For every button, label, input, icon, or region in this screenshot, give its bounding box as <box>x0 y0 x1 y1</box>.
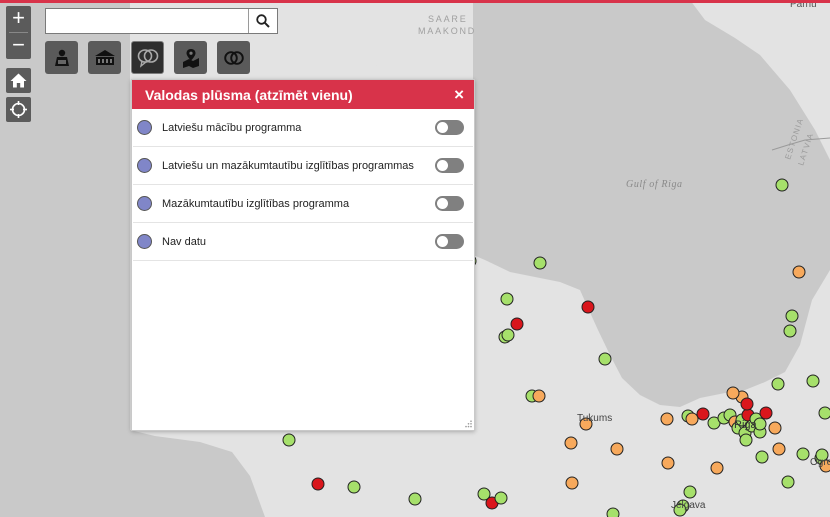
school-marker[interactable] <box>606 507 620 517</box>
legend-dot <box>137 234 152 249</box>
school-marker[interactable] <box>768 421 782 435</box>
tool-student-button[interactable] <box>45 41 78 74</box>
filter-row: Latviešu mācību programma <box>133 109 473 147</box>
school-marker[interactable] <box>661 456 675 470</box>
school-marker[interactable] <box>775 178 789 192</box>
school-marker[interactable] <box>532 389 546 403</box>
school-marker[interactable] <box>564 436 578 450</box>
map-label-gulf-of-riga: Gulf of Riga <box>626 179 683 190</box>
school-marker[interactable] <box>792 265 806 279</box>
speech-bubbles-icon <box>137 48 158 68</box>
map-label-maakond: MAAKOND <box>418 26 476 36</box>
map-label-tukums: Tukums <box>577 413 612 424</box>
panel-header: Valodas plūsma (atzīmēt vienu) × <box>132 80 474 109</box>
school-marker[interactable] <box>740 397 754 411</box>
school-marker[interactable] <box>494 491 508 505</box>
map-label-saare: SAARE <box>428 14 468 24</box>
school-marker[interactable] <box>771 377 785 391</box>
locate-button[interactable] <box>6 97 31 122</box>
filter-label: Latviešu mācību programma <box>162 121 302 134</box>
school-building-icon <box>94 49 115 65</box>
close-icon[interactable]: × <box>454 86 464 103</box>
school-marker[interactable] <box>739 433 753 447</box>
filter-list: Latviešu mācību programma Latviešu un maz… <box>132 109 474 261</box>
search-box <box>45 8 278 34</box>
panel-title: Valodas plūsma (atzīmēt vienu) <box>145 86 353 103</box>
filter-row: Mazākumtautību izglītības programma <box>133 185 473 223</box>
school-marker[interactable] <box>510 317 524 331</box>
school-marker[interactable] <box>796 447 810 461</box>
search-button[interactable] <box>248 9 277 33</box>
legend-dot <box>137 158 152 173</box>
toggle-knob <box>437 236 448 247</box>
zoom-in-button[interactable]: + <box>6 6 31 32</box>
map-label-ogre: Ogre <box>810 457 830 468</box>
filter-label: Mazākumtautību izglītības programma <box>162 197 350 210</box>
map-location-icon <box>182 48 199 68</box>
school-marker[interactable] <box>311 477 325 491</box>
school-marker[interactable] <box>696 407 710 421</box>
school-marker[interactable] <box>533 256 547 270</box>
resize-handle-icon[interactable] <box>464 420 472 428</box>
toggle-knob <box>437 122 448 133</box>
search-icon <box>256 14 270 28</box>
toggle-knob <box>437 160 448 171</box>
filter-toggle[interactable] <box>435 120 464 135</box>
filter-label: Latviešu un mazākumtautību izglītības pr… <box>162 159 414 172</box>
map-label-jelgava: Jelgava <box>671 500 706 511</box>
school-marker[interactable] <box>726 386 740 400</box>
school-marker[interactable] <box>783 324 797 338</box>
filter-toggle[interactable] <box>435 234 464 249</box>
filter-row: Nav datu <box>133 223 473 261</box>
legend-dot <box>137 120 152 135</box>
school-marker[interactable] <box>685 412 699 426</box>
school-marker[interactable] <box>772 442 786 456</box>
school-marker[interactable] <box>408 492 422 506</box>
student-icon <box>54 49 69 66</box>
map-label-riga: Riga <box>734 419 758 431</box>
home-button[interactable] <box>6 68 31 93</box>
school-marker[interactable] <box>710 461 724 475</box>
school-marker[interactable] <box>683 485 697 499</box>
tool-school-button[interactable] <box>88 41 121 74</box>
top-accent-bar <box>0 0 830 3</box>
filter-label: Nav datu <box>162 235 207 248</box>
tool-rings-button[interactable] <box>217 41 250 74</box>
school-marker[interactable] <box>660 412 674 426</box>
filter-row: Latviešu un mazākumtautību izglītības pr… <box>133 147 473 185</box>
zoom-control: + − <box>6 6 31 59</box>
home-icon <box>10 73 27 88</box>
filter-toggle[interactable] <box>435 158 464 173</box>
school-marker[interactable] <box>598 352 612 366</box>
locate-crosshair-icon <box>10 101 27 118</box>
school-marker[interactable] <box>785 309 799 323</box>
school-marker[interactable] <box>806 374 820 388</box>
filter-toggle[interactable] <box>435 196 464 211</box>
school-marker[interactable] <box>781 475 795 489</box>
school-marker[interactable] <box>565 476 579 490</box>
school-marker[interactable] <box>500 292 514 306</box>
interlocking-rings-icon <box>223 50 244 65</box>
toggle-knob <box>437 198 448 209</box>
search-input[interactable] <box>46 9 258 33</box>
language-stream-panel: Valodas plūsma (atzīmēt vienu) × Latvieš… <box>131 79 475 431</box>
school-marker[interactable] <box>282 433 296 447</box>
school-marker[interactable] <box>347 480 361 494</box>
school-marker[interactable] <box>610 442 624 456</box>
zoom-out-button[interactable]: − <box>6 33 31 59</box>
school-marker[interactable] <box>501 328 515 342</box>
school-marker[interactable] <box>581 300 595 314</box>
school-marker[interactable] <box>755 450 769 464</box>
school-marker[interactable] <box>759 406 773 420</box>
legend-dot <box>137 196 152 211</box>
tool-language-button[interactable] <box>131 41 164 74</box>
tool-map-location-button[interactable] <box>174 41 207 74</box>
school-marker[interactable] <box>818 406 830 420</box>
